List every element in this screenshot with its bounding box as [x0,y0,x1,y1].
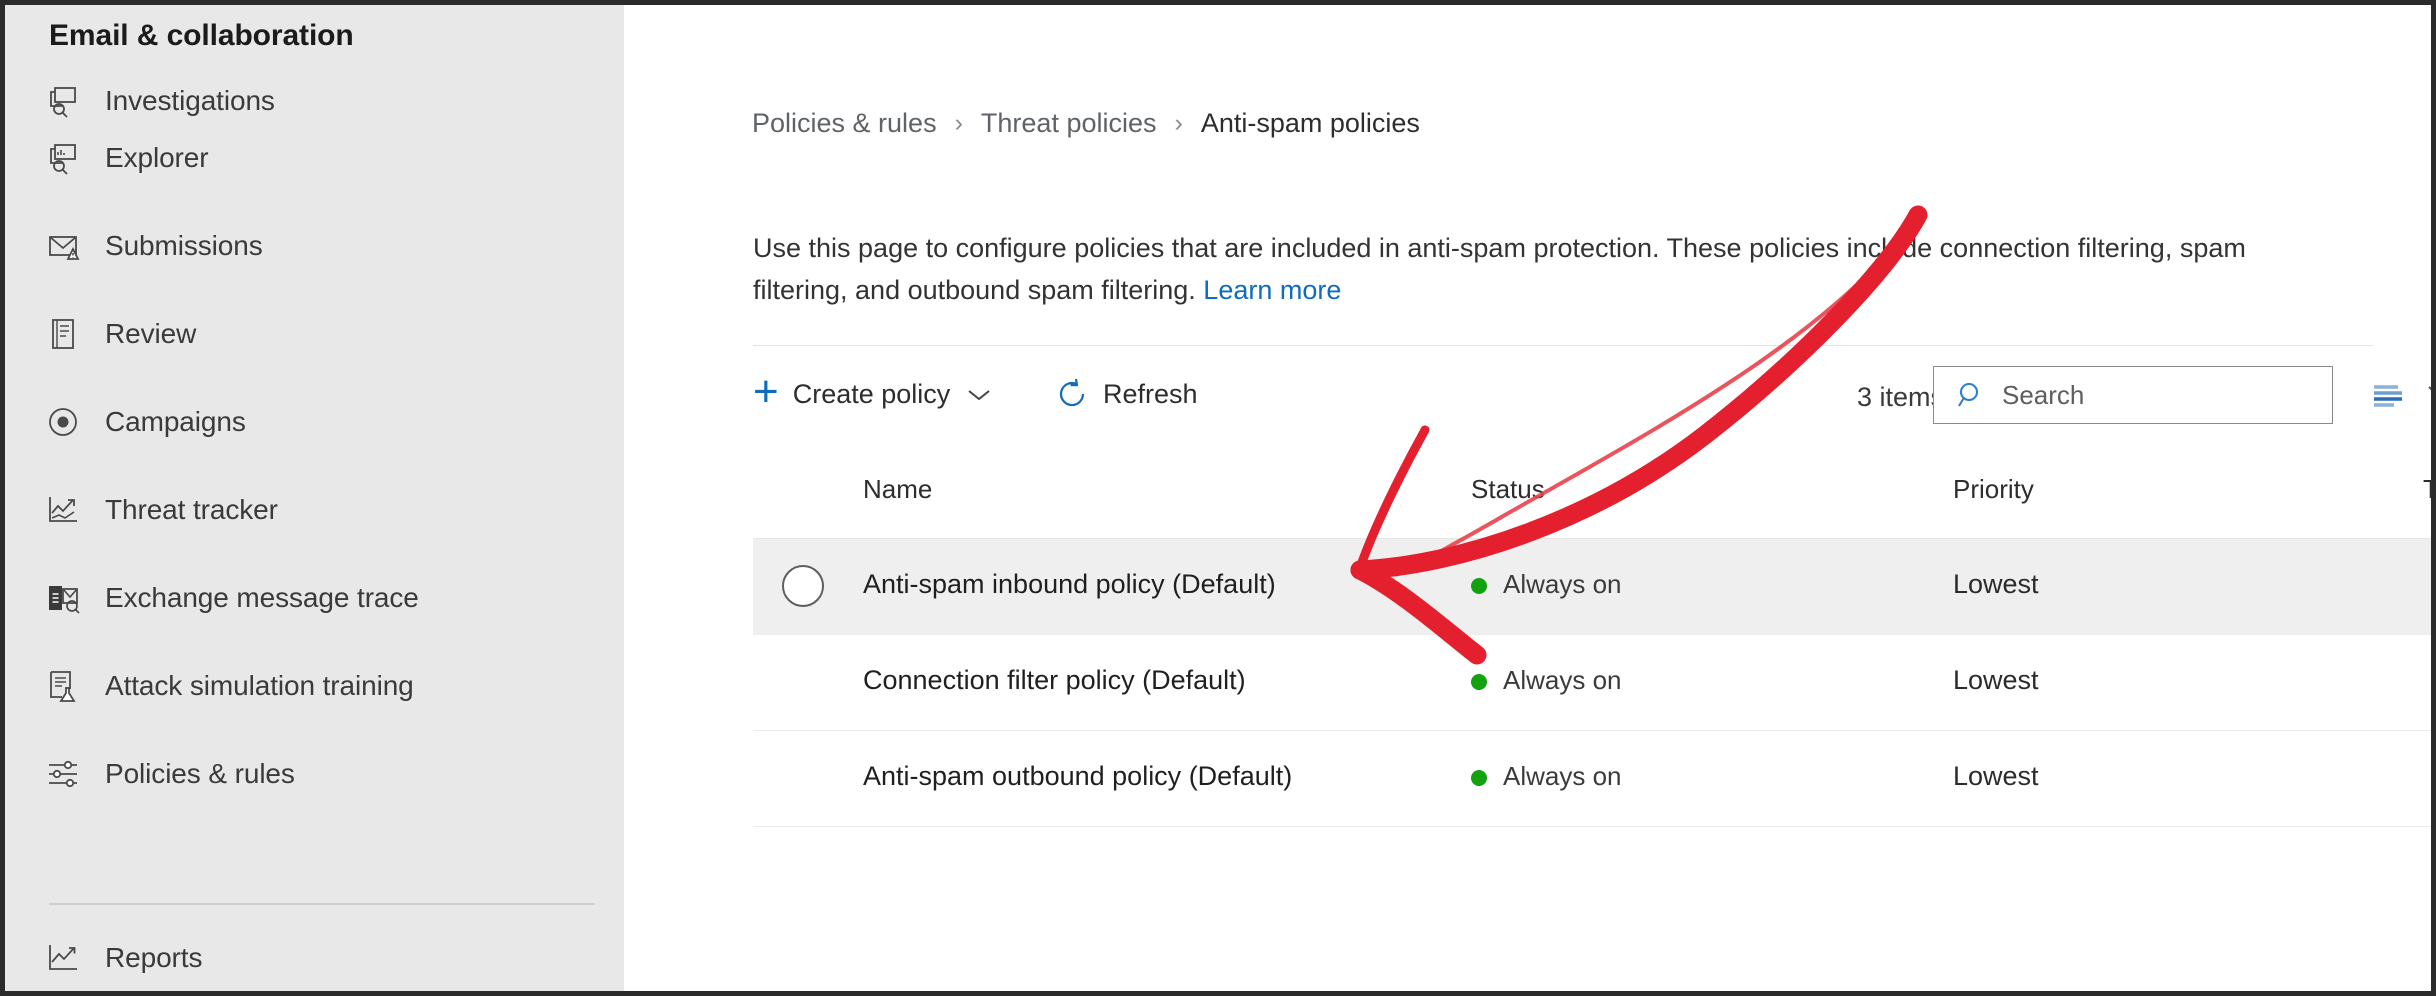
status-dot-icon [1471,769,1487,786]
reports-icon [41,936,85,980]
sidebar-divider [49,903,595,905]
sidebar-item-label: Threat tracker [105,494,278,525]
page-description: Use this page to configure policies that… [753,227,2253,311]
sidebar-item-label: Policies & rules [105,758,295,789]
cell-name: Connection filter policy (Default) [863,665,1246,695]
sidebar-item-label: Campaigns [105,406,246,437]
status-dot-icon [1471,673,1487,690]
cell-name: Anti-spam outbound policy (Default) [863,761,1293,791]
campaigns-icon [41,400,85,444]
sidebar-item-label: Exchange message trace [105,582,419,613]
cell-status: Always on [1471,665,1622,696]
breadcrumb-item-policies-rules[interactable]: Policies & rules [752,108,937,139]
table-header-row: Name Status Priority Ty [753,442,2431,538]
status-label: Always on [1503,761,1622,791]
page-description-text: Use this page to configure policies that… [753,233,2246,305]
sidebar-item-label: Submissions [105,230,263,261]
column-header-name[interactable]: Name [863,474,932,505]
cell-priority: Lowest [1953,665,2039,695]
chevron-down-icon [966,383,992,409]
refresh-label: Refresh [1103,378,1198,409]
create-policy-button[interactable]: + Create policy [753,368,992,420]
threat-tracker-icon [41,488,85,532]
sidebar-item-reports[interactable]: Reports [41,930,601,986]
exchange-message-trace-icon [41,576,85,620]
cell-priority: Lowest [1953,761,2039,791]
investigations-icon [41,79,85,123]
sidebar-item-label: Investigations [105,85,275,116]
sidebar-item-policies-rules[interactable]: Policies & rules [41,746,601,802]
submissions-icon [41,224,85,268]
table-row[interactable]: Anti-spam inbound policy (Default) Alway… [753,538,2431,634]
attack-simulation-training-icon [41,664,85,708]
column-header-priority[interactable]: Priority [1953,474,2034,505]
sidebar-title: Email & collaboration [49,19,354,52]
main-content: Policies & rules › Threat policies › Ant… [629,5,2431,991]
sidebar-item-label: Review [105,318,197,349]
cell-name: Anti-spam inbound policy (Default) [863,569,1276,599]
table-row[interactable]: Anti-spam outbound policy (Default) Alwa… [753,730,2431,827]
sidebar-item-threat-tracker[interactable]: Threat tracker [41,482,601,538]
breadcrumb: Policies & rules › Threat policies › Ant… [752,105,1420,141]
sidebar-item-label: Attack simulation training [105,670,414,701]
explorer-icon [41,136,85,180]
policies-table: Name Status Priority Ty Anti-spam inboun… [753,442,2431,827]
review-icon [41,312,85,356]
sidebar-item-submissions[interactable]: Submissions [41,218,601,274]
sidebar-item-campaigns[interactable]: Campaigns [41,394,601,450]
breadcrumb-separator-icon: › [954,108,963,137]
status-label: Always on [1503,569,1622,599]
refresh-button[interactable]: Refresh [1055,368,1198,420]
column-header-status[interactable]: Status [1471,474,1545,505]
cell-status: Always on [1471,761,1622,792]
sidebar-item-label: Reports [105,942,203,973]
column-header-type[interactable]: Ty [2423,474,2431,505]
status-label: Always on [1503,665,1622,695]
cell-priority: Lowest [1953,569,2039,599]
sidebar-item-investigations[interactable]: Investigations [41,73,601,129]
row-select-radio[interactable] [782,565,824,607]
search-input[interactable]: Search [1933,366,2333,424]
learn-more-link[interactable]: Learn more [1203,275,1341,305]
sidebar-item-exchange-message-trace[interactable]: Exchange message trace [41,570,601,626]
group-by-icon[interactable] [2371,382,2409,415]
command-bar: + Create policy Refresh 3 items Search [753,346,2431,442]
app-window: Email & collaboration Investigations Exp… [0,0,2436,996]
breadcrumb-separator-icon: › [1174,108,1183,137]
plus-icon: + [753,367,779,416]
refresh-icon [1055,377,1089,411]
create-policy-label: Create policy [792,378,951,409]
chevron-down-icon[interactable] [2425,380,2431,408]
cell-status: Always on [1471,569,1622,600]
sidebar-item-label: Explorer [105,142,209,173]
search-placeholder: Search [2002,379,2085,410]
items-count: 3 items [1857,382,1945,412]
sidebar-item-attack-simulation-training[interactable]: Attack simulation training [41,658,601,714]
search-icon [1956,380,1986,410]
breadcrumb-item-anti-spam-policies[interactable]: Anti-spam policies [1201,108,1420,139]
status-dot-icon [1471,577,1487,594]
breadcrumb-item-threat-policies[interactable]: Threat policies [981,108,1157,139]
sidebar-item-review[interactable]: Review [41,306,601,362]
sidebar: Email & collaboration Investigations Exp… [5,5,624,991]
sidebar-item-explorer[interactable]: Explorer [41,130,601,186]
table-row[interactable]: Connection filter policy (Default) Alway… [753,634,2431,730]
policies-rules-icon [41,752,85,796]
